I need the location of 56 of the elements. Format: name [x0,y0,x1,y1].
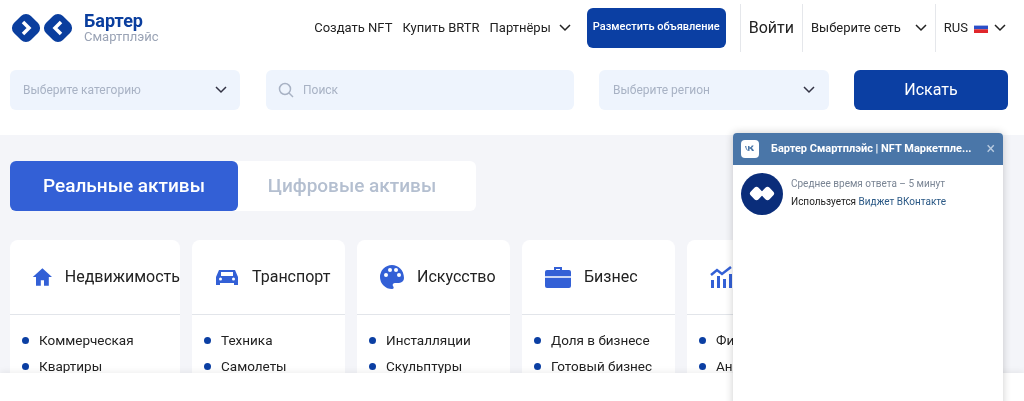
subcategory-link[interactable]: Инсталляции [386,332,471,348]
subcategory-link[interactable]: Ан [716,358,733,374]
category-placeholder: Выберите категорию [23,82,141,99]
subcategory-link[interactable]: Квартиры [39,358,103,374]
logo-tagline: Смартплэйс [84,30,159,43]
subcategory-link[interactable]: Техника [221,332,273,348]
category-title[interactable]: Транспорт [252,265,331,289]
chevron-down-icon [558,23,571,32]
vk-icon [741,140,759,158]
nav-link[interactable]: Создать NFT [314,17,393,38]
language-select[interactable]: RUS [935,17,1006,38]
post-ad-button[interactable]: Разместить объявление [586,7,726,48]
bullet-icon [534,362,541,370]
logo-icon [10,11,74,44]
nav-dropdown[interactable]: Партнёры [489,17,571,38]
bullet-icon [699,362,706,370]
search-field[interactable]: Поиск [266,70,574,110]
briefcase-icon [544,265,572,289]
house-icon [32,265,53,289]
subcategory-link[interactable]: Самолеты [221,358,287,374]
chevron-down-icon [215,86,227,94]
login-link[interactable]: Войти [740,15,802,40]
bullet-icon [369,336,376,344]
subcategory-link[interactable]: Фи [716,332,735,348]
category-title[interactable]: Недвижимость [64,265,180,289]
bullet-icon [204,362,211,370]
chevron-down-icon [803,86,815,94]
search-icon [278,82,294,98]
bullet-icon [22,336,29,344]
subcategory-link[interactable]: Готовый бизнес [551,358,653,374]
bullet-icon [22,362,29,370]
bullet-icon [369,362,376,370]
subcategory-link[interactable]: Коммерческая [39,332,134,348]
asset-tab[interactable]: Реальные активы [10,161,238,211]
category-title[interactable]: Бизнес [584,265,638,289]
chevron-down-icon [914,23,927,32]
network-select[interactable]: Выберите сеть [802,17,935,38]
category-title[interactable]: Искусство [417,265,496,289]
palette-icon [379,264,405,290]
bullet-icon [534,336,541,344]
powered-by-text: Используется Виджет ВКонтакте [791,195,947,209]
search-button[interactable]: Искать [854,70,1008,110]
chart-icon [709,265,733,289]
subcategory-link[interactable]: Доля в бизнесе [551,332,650,348]
bullet-icon [204,336,211,344]
chevron-down-icon [994,23,1006,32]
avatar-icon [741,173,783,215]
region-placeholder: Выберите регион [613,82,710,99]
response-time: Среднее время ответа – 5 минут [791,177,946,191]
chat-title: Бартер Смартплэйс | NFT Маркетпле... [771,140,972,157]
subcategory-link[interactable]: Скульптуры [386,358,463,374]
logo-name: Бартер [84,12,143,30]
nav-link[interactable]: Купить BRTR [402,17,480,38]
bullet-icon [699,336,706,344]
vk-widget-link[interactable]: Виджет ВКонтакте [858,196,947,207]
car-icon [214,267,240,287]
